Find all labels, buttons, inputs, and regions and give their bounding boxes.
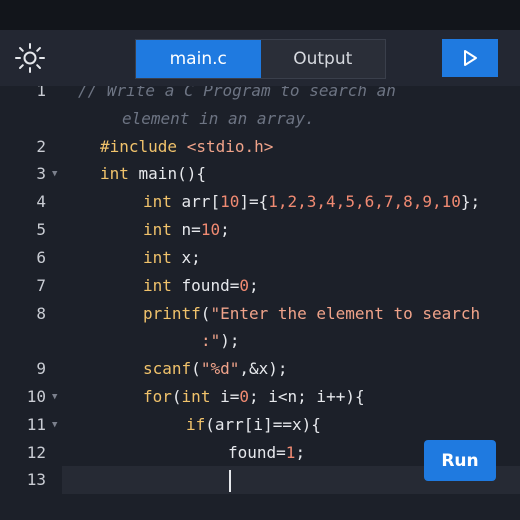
code-token: for <box>143 387 172 406</box>
code-token: main(){ <box>128 164 206 183</box>
code-token: #include <box>100 137 178 156</box>
code-token: ); <box>220 331 240 350</box>
code-token: ; i<n; i++){ <box>249 387 365 406</box>
code-editor[interactable]: 1 2 3 ▼ 4 5 6 7 8 9 10 ▼ 11 ▼ 12 13 // W… <box>0 86 520 520</box>
code-token: 1,2,3,4,5,6,7,8,9,10 <box>268 192 461 211</box>
code-token: x; <box>171 248 201 267</box>
line-number: 1 <box>36 86 46 100</box>
line-number: 10 <box>26 387 46 406</box>
code-line: #include <stdio.h> <box>100 136 273 158</box>
code-token: (arr[i]==x){ <box>205 415 321 434</box>
line-number: 2 <box>36 137 46 156</box>
code-line: int arr[10]={1,2,3,4,5,6,7,8,9,10}; <box>143 191 480 213</box>
play-icon <box>464 50 477 66</box>
text-cursor <box>229 470 231 492</box>
code-line: for(int i=0; i<n; i++){ <box>143 386 365 408</box>
code-line: int found=0; <box>143 275 259 297</box>
code-token: int <box>100 164 129 183</box>
line-number: 9 <box>36 359 46 378</box>
code-token: 1 <box>285 443 296 462</box>
tab-main-c[interactable]: main.c <box>136 40 261 78</box>
line-number: 13 <box>26 470 46 489</box>
line-number: 6 <box>36 248 46 267</box>
status-strip <box>0 0 520 30</box>
code-line: scanf("%d",&x); <box>143 358 288 380</box>
code-token: "Enter the element to search <box>210 304 481 323</box>
code-token: ( <box>171 387 182 406</box>
code-token: 0 <box>239 387 249 406</box>
code-token: arr[ <box>171 192 221 211</box>
code-token: ]={ <box>239 192 269 211</box>
fold-arrow-icon[interactable]: ▼ <box>52 163 57 185</box>
code-token: "%d" <box>200 359 240 378</box>
line-number: 3 <box>36 164 46 183</box>
code-token: i= <box>210 387 240 406</box>
code-token: ,&x); <box>239 359 288 378</box>
code-token: 10 <box>220 192 240 211</box>
code-token: ; <box>220 220 230 239</box>
code-token: :" <box>201 331 221 350</box>
code-line: int main(){ <box>100 163 206 185</box>
code-token: }; <box>460 192 481 211</box>
code-token: if <box>186 415 206 434</box>
code-token: n= <box>171 220 201 239</box>
code-token: int <box>143 248 172 267</box>
fold-arrow-icon[interactable]: ▼ <box>52 414 57 436</box>
tab-output[interactable]: Output <box>261 40 386 78</box>
run-icon-button[interactable] <box>442 39 498 77</box>
toolbar: main.c Output <box>0 30 520 86</box>
code-line: int x; <box>143 247 201 269</box>
code-token: 10 <box>200 220 221 239</box>
code-line: if(arr[i]==x){ <box>186 414 321 436</box>
code-token: int <box>143 192 172 211</box>
run-button[interactable]: Run <box>424 440 496 481</box>
code-token: ; <box>248 276 259 295</box>
line-number: 4 <box>36 192 46 211</box>
code-token: ( <box>200 304 211 323</box>
line-number: 12 <box>26 443 46 462</box>
line-gutter: 1 2 3 ▼ 4 5 6 7 8 9 10 ▼ 11 ▼ 12 13 <box>0 86 62 520</box>
code-comment: element in an array. <box>122 109 315 128</box>
line-number: 5 <box>36 220 46 239</box>
code-editor-app: main.c Output 1 2 3 ▼ 4 5 6 7 8 9 10 ▼ 1… <box>0 0 520 520</box>
code-line: :"); <box>201 330 240 352</box>
file-tabs: main.c Output <box>135 39 386 79</box>
code-token: found= <box>228 443 286 462</box>
line-number: 8 <box>36 304 46 323</box>
fold-arrow-icon[interactable]: ▼ <box>52 386 57 408</box>
code-comment: // Write a C Program to search an <box>78 86 396 100</box>
code-token: printf <box>143 304 201 323</box>
code-token: ( <box>191 359 201 378</box>
code-token: scanf <box>143 359 192 378</box>
code-line: int n=10; <box>143 219 230 241</box>
line-number: 11 <box>26 415 46 434</box>
code-token: int <box>143 276 172 295</box>
code-token: int <box>181 387 211 406</box>
code-token: found= <box>171 276 240 295</box>
line-number: 7 <box>36 276 46 295</box>
sun-icon[interactable] <box>14 42 46 74</box>
code-token: ; <box>295 443 306 462</box>
code-token: 0 <box>239 276 249 295</box>
code-token: int <box>143 220 172 239</box>
code-line: found=1; <box>228 442 305 464</box>
code-token: <stdio.h> <box>186 137 274 156</box>
code-line: printf("Enter the element to search <box>143 303 480 325</box>
